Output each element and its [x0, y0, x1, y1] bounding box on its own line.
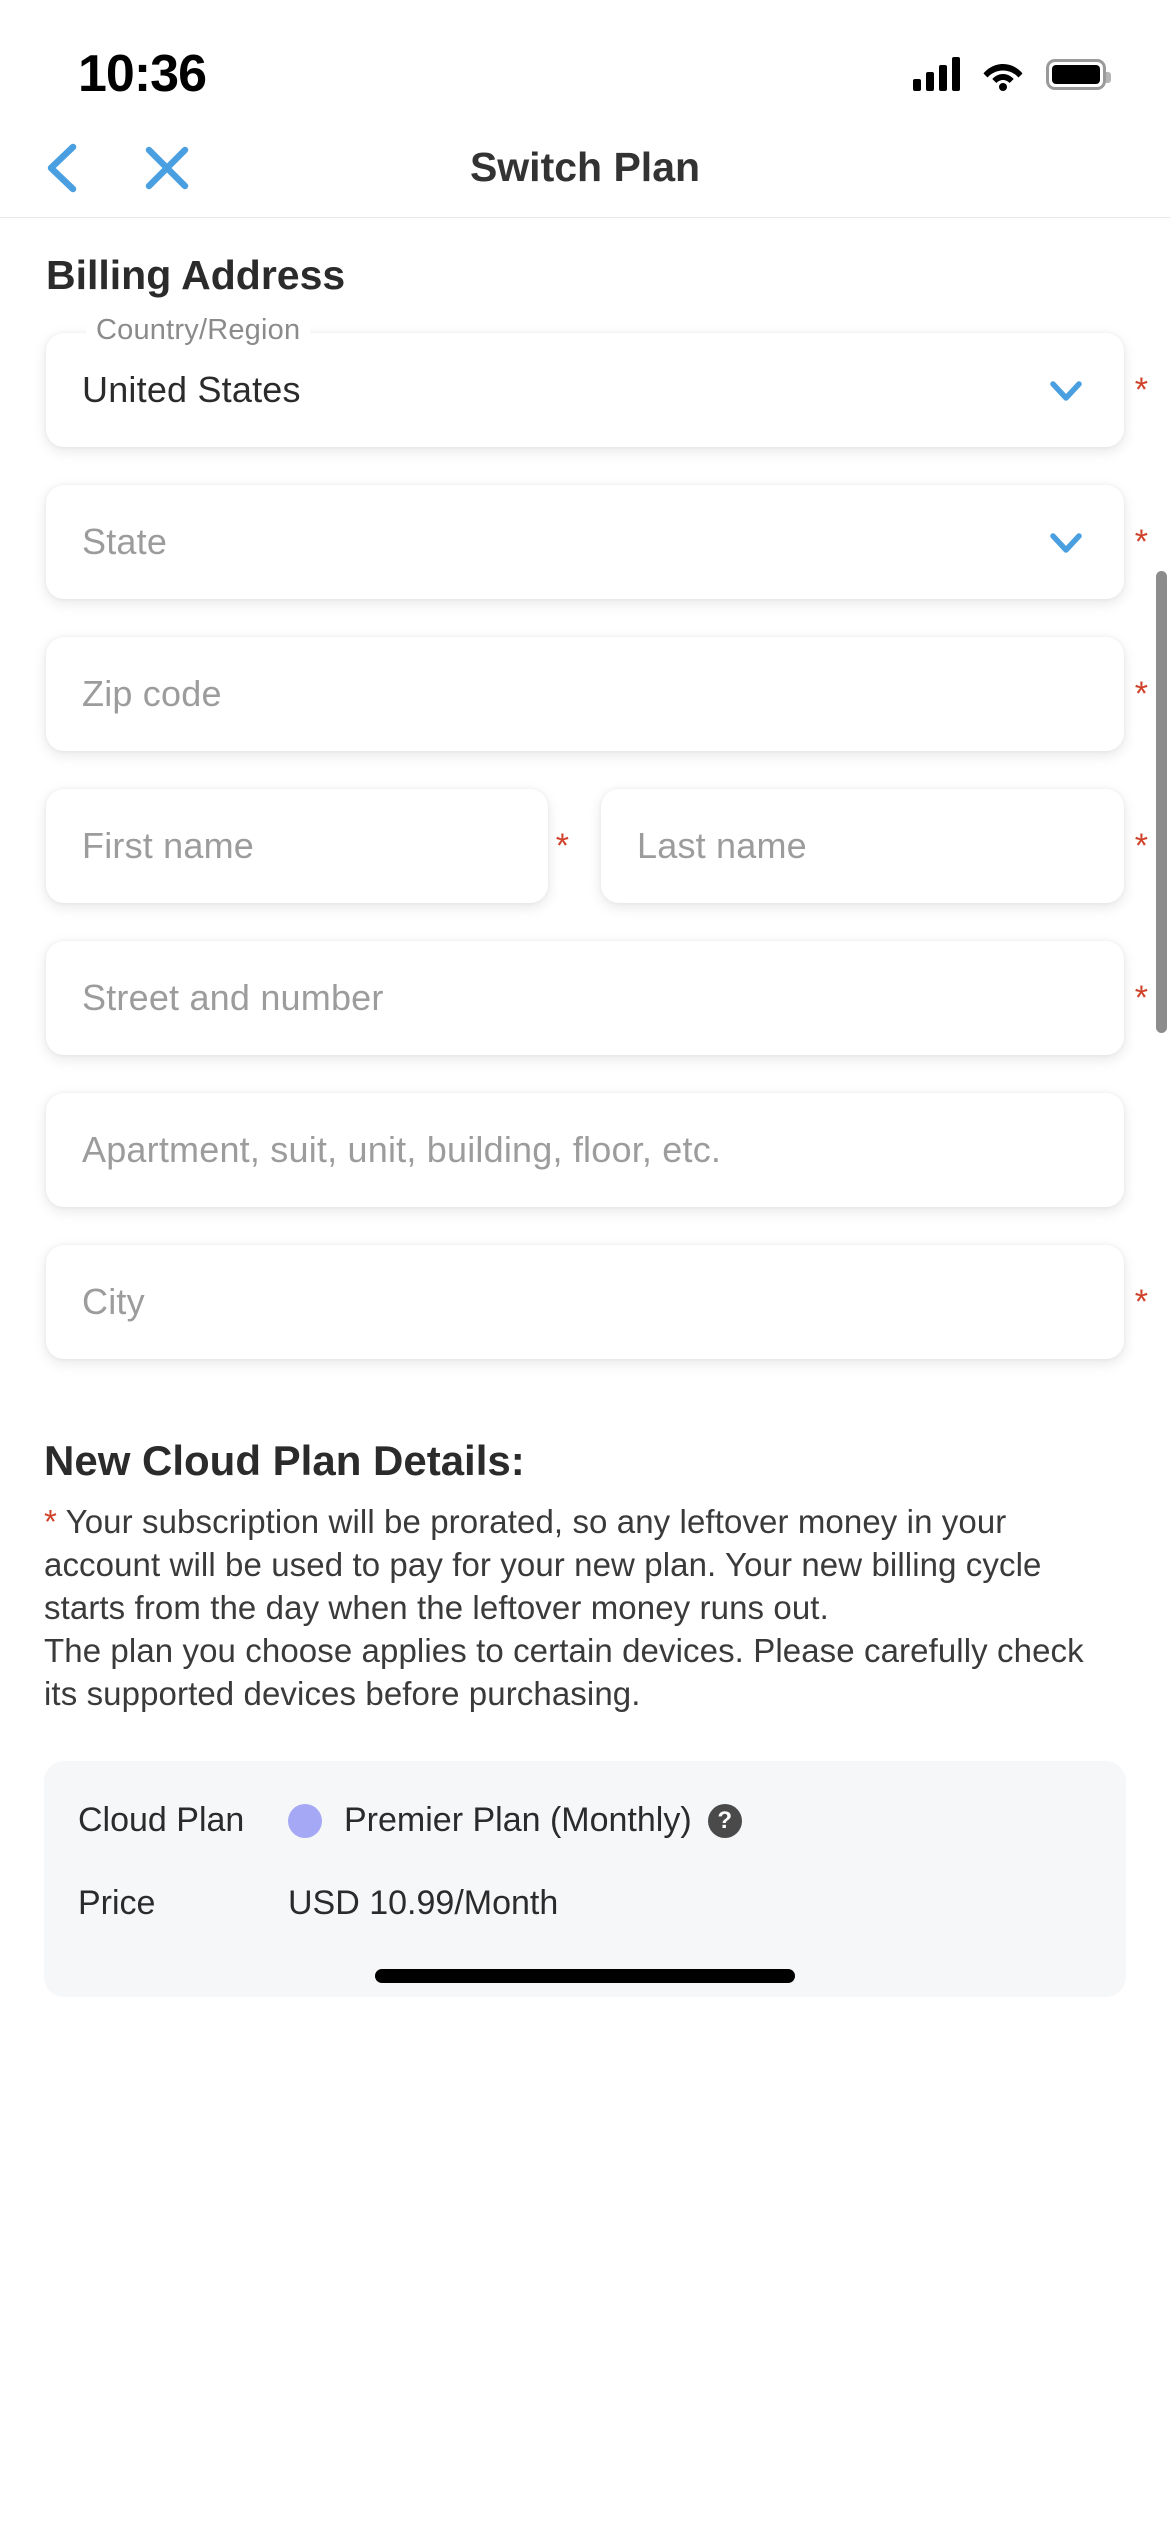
plan-color-dot-icon: [288, 1803, 322, 1838]
field-row-state: State *: [46, 485, 1148, 599]
field-row-name: First name * Last name *: [46, 789, 1148, 903]
cellular-signal-icon: [913, 57, 960, 91]
country-label: Country/Region: [86, 314, 311, 347]
plan-name-text: Premier Plan (Monthly): [344, 1801, 692, 1840]
state-select[interactable]: State: [46, 485, 1124, 599]
status-time: 10:36: [78, 45, 207, 103]
zip-code-input[interactable]: Zip code: [46, 637, 1124, 751]
plan-details-note-2: The plan you choose applies to certain d…: [44, 1631, 1084, 1712]
page-content: Billing Address Country/Region United St…: [0, 252, 1170, 1998]
field-row-street: Street and number *: [46, 941, 1148, 1055]
plan-row-price: Price USD 10.99/Month: [78, 1884, 1092, 1923]
navigation-bar: Switch Plan: [0, 118, 1170, 218]
plan-value-cloud-plan: Premier Plan (Monthly) ?: [288, 1801, 742, 1840]
chevron-down-icon[interactable]: [1044, 520, 1088, 564]
plan-details-heading: New Cloud Plan Details:: [44, 1437, 525, 1484]
plan-details-note-1: * Your subscription will be prorated, so…: [44, 1501, 1126, 1630]
billing-address-heading: Billing Address: [46, 252, 346, 298]
back-button[interactable]: [32, 137, 94, 199]
chevron-down-icon[interactable]: [1044, 368, 1088, 412]
billing-address-form: Country/Region United States * State * Z…: [0, 314, 1170, 1359]
country-value: United States: [82, 369, 301, 410]
field-row-zip: Zip code *: [46, 637, 1148, 751]
plan-details-section: New Cloud Plan Details: * Your subscript…: [0, 1437, 1170, 1715]
field-row-city: City *: [46, 1245, 1148, 1359]
required-asterisk: *: [1134, 1283, 1148, 1321]
first-name-input[interactable]: First name: [46, 789, 548, 903]
country-select[interactable]: Country/Region United States: [46, 314, 1124, 447]
street-placeholder: Street and number: [82, 977, 384, 1018]
last-name-input[interactable]: Last name: [601, 789, 1124, 903]
zip-code-placeholder: Zip code: [82, 673, 222, 714]
city-placeholder: City: [82, 1281, 145, 1322]
plan-value-price: USD 10.99/Month: [288, 1884, 559, 1923]
plan-key-cloud-plan: Cloud Plan: [78, 1801, 245, 1840]
last-name-placeholder: Last name: [637, 825, 807, 866]
required-asterisk: *: [1134, 371, 1148, 409]
required-asterisk: *: [1134, 523, 1148, 561]
help-icon[interactable]: ?: [707, 1803, 742, 1838]
plan-key-price: Price: [78, 1884, 156, 1923]
close-x-icon: [145, 146, 189, 189]
city-input[interactable]: City: [46, 1245, 1124, 1359]
plan-summary-card: Cloud Plan Premier Plan (Monthly) ? Pric…: [44, 1761, 1126, 1998]
home-indicator: [375, 1969, 795, 1984]
required-asterisk: *: [555, 827, 569, 865]
last-name-wrap: Last name *: [601, 789, 1148, 903]
battery-icon: [1046, 58, 1111, 90]
plan-row-cloud-plan: Cloud Plan Premier Plan (Monthly) ?: [78, 1801, 1092, 1840]
vertical-scrollbar[interactable]: [1156, 571, 1167, 1033]
required-asterisk: *: [1134, 979, 1148, 1017]
required-asterisk: *: [1134, 675, 1148, 713]
wifi-icon: [982, 57, 1024, 91]
status-icons: [913, 57, 1111, 91]
nav-left-actions: [0, 137, 198, 199]
status-bar: 10:36: [0, 0, 1170, 118]
first-name-wrap: First name *: [46, 789, 569, 903]
street-input[interactable]: Street and number: [46, 941, 1124, 1055]
note-asterisk: *: [44, 1503, 57, 1540]
apartment-input[interactable]: Apartment, suit, unit, building, floor, …: [46, 1093, 1124, 1207]
state-placeholder: State: [82, 521, 168, 562]
note-1-text: Your subscription will be prorated, so a…: [44, 1503, 1042, 1626]
field-row-apartment: Apartment, suit, unit, building, floor, …: [46, 1093, 1124, 1207]
apartment-placeholder: Apartment, suit, unit, building, floor, …: [82, 1129, 722, 1170]
required-asterisk: *: [1134, 827, 1148, 865]
first-name-placeholder: First name: [82, 825, 255, 866]
chevron-left-icon: [47, 143, 77, 192]
close-button[interactable]: [136, 137, 198, 199]
field-row-country: Country/Region United States *: [46, 314, 1148, 447]
